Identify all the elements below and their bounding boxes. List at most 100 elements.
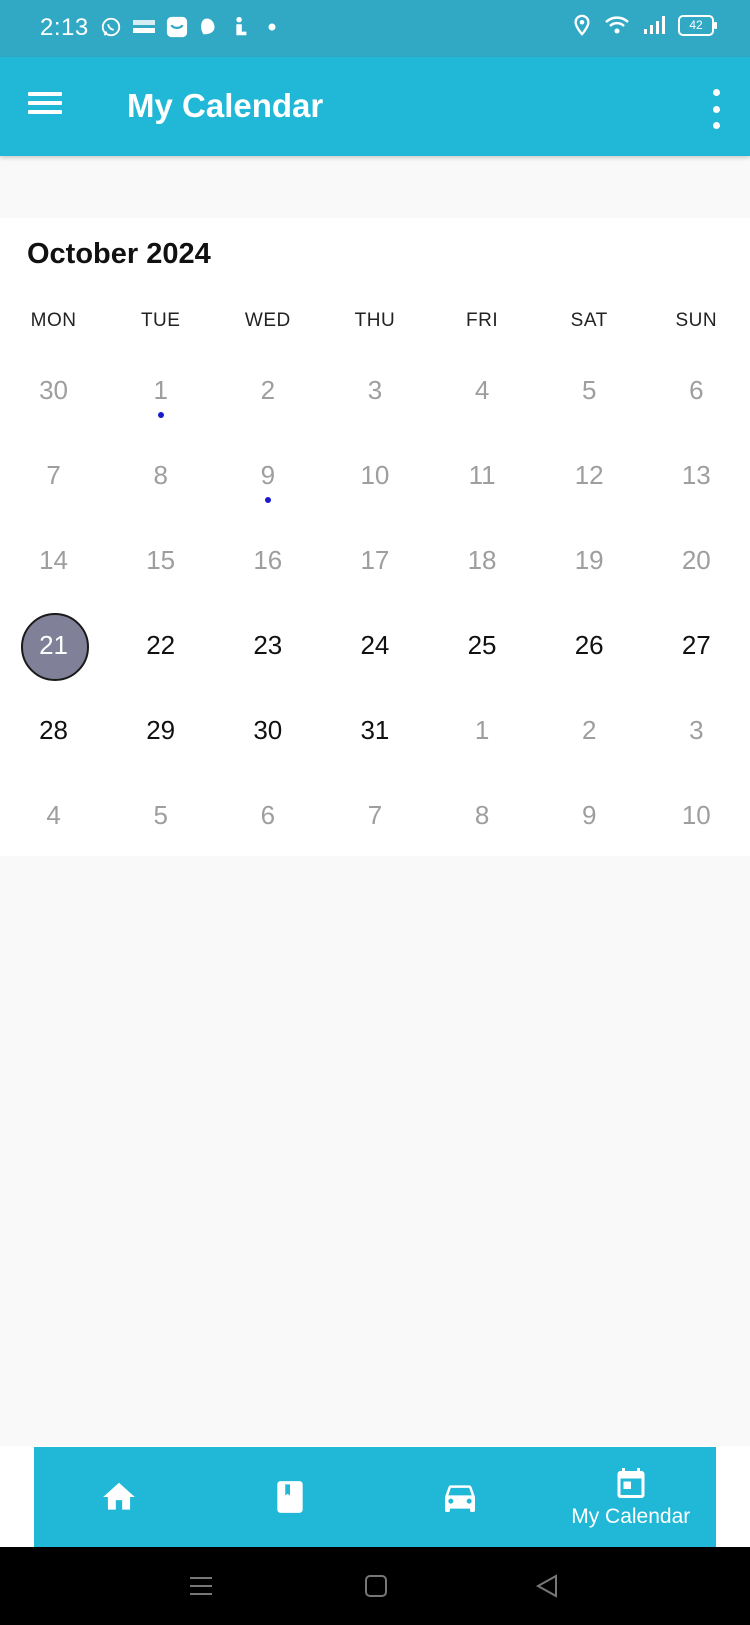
day-number: 3 — [367, 375, 383, 405]
calendar-day-selected[interactable]: 21 — [0, 603, 107, 688]
wifi-icon — [605, 16, 629, 34]
calendar-day[interactable]: 16 — [214, 518, 321, 603]
calendar-day[interactable]: 29 — [107, 688, 214, 773]
day-number: 16 — [253, 545, 283, 575]
calendar-day[interactable]: 8 — [429, 773, 536, 858]
day-number: 20 — [681, 545, 711, 575]
calendar-week-row: 21 22 23 24 25 26 27 — [0, 603, 750, 688]
calendar-day[interactable]: 6 — [643, 348, 750, 433]
calendar-day[interactable]: 17 — [321, 518, 428, 603]
snapchat-icon — [201, 18, 215, 35]
day-number: 18 — [467, 545, 497, 575]
calendar-day[interactable]: 15 — [107, 518, 214, 603]
weekday-label: THU — [354, 310, 396, 331]
system-status-icons: 42 — [572, 14, 717, 36]
day-number: 10 — [681, 800, 711, 830]
calendar-day[interactable]: 23 — [214, 603, 321, 688]
recent-apps-icon[interactable] — [188, 1573, 214, 1599]
weekday-label: WED — [244, 310, 291, 331]
day-number: 29 — [146, 715, 176, 745]
calendar-grid: 30 1 2 3 4 5 6 7 8 9 10 11 12 13 14 15 16 17 18 19 20 21 22 23 2… — [0, 348, 750, 858]
day-number: 4 — [46, 800, 61, 830]
day-number: 6 — [260, 800, 276, 830]
calendar-day[interactable]: 18 — [429, 518, 536, 603]
calendar-day[interactable]: 1 — [107, 348, 214, 433]
calendar-day[interactable]: 3 — [643, 688, 750, 773]
event-dot-icon — [264, 497, 271, 503]
calendar-day[interactable]: 5 — [107, 773, 214, 858]
nav-vehicle[interactable] — [375, 1447, 546, 1547]
calendar-day[interactable]: 4 — [0, 773, 107, 858]
app-bar: My Calendar — [0, 57, 750, 156]
page-title: My Calendar — [127, 87, 324, 124]
day-number: 5 — [153, 800, 168, 830]
calendar-day[interactable]: 14 — [0, 518, 107, 603]
hamburger-menu-icon[interactable] — [28, 87, 70, 129]
calendar-day[interactable]: 25 — [429, 603, 536, 688]
nav-home[interactable] — [34, 1447, 205, 1547]
calendar-day[interactable]: 10 — [321, 433, 428, 518]
day-number: 21 — [39, 630, 69, 660]
calendar-day[interactable]: 4 — [429, 348, 536, 433]
calendar-week-row: 7 8 9 10 11 12 13 — [0, 433, 750, 518]
calendar-day[interactable]: 27 — [643, 603, 750, 688]
calendar-day[interactable]: 19 — [536, 518, 643, 603]
day-number: 12 — [574, 460, 604, 490]
calendar-day[interactable]: 9 — [214, 433, 321, 518]
calendar-day[interactable]: 10 — [643, 773, 750, 858]
home-square-icon[interactable] — [363, 1573, 389, 1599]
calendar-day[interactable]: 28 — [0, 688, 107, 773]
home-icon — [103, 1482, 136, 1510]
calendar-day[interactable]: 13 — [643, 433, 750, 518]
day-number: 2 — [260, 375, 276, 405]
calendar-card: October 2024 MON TUE WED THU FRI SAT SUN… — [0, 218, 750, 856]
calendar-day[interactable]: 6 — [214, 773, 321, 858]
calendar-day[interactable]: 11 — [429, 433, 536, 518]
more-vert-icon[interactable] — [708, 89, 724, 129]
calendar-day[interactable]: 3 — [321, 348, 428, 433]
day-number: 1 — [474, 715, 490, 745]
calendar-day[interactable]: 22 — [107, 603, 214, 688]
system-navigation-bar — [0, 1547, 750, 1625]
calendar-day[interactable]: 5 — [536, 348, 643, 433]
calendar-day[interactable]: 12 — [536, 433, 643, 518]
weekday-label: SAT — [570, 310, 608, 331]
back-triangle-icon[interactable] — [534, 1573, 560, 1599]
day-number: 7 — [46, 460, 61, 490]
accessibility-icon — [236, 16, 247, 36]
nav-bookmarks[interactable] — [205, 1447, 376, 1547]
nav-my-calendar[interactable]: My Calendar — [546, 1447, 717, 1547]
calendar-day[interactable]: 9 — [536, 773, 643, 858]
calendar-day[interactable]: 7 — [0, 433, 107, 518]
calendar-day[interactable]: 1 — [429, 688, 536, 773]
day-number: 28 — [39, 715, 69, 745]
event-dot-icon — [157, 412, 164, 418]
day-number: 9 — [581, 800, 597, 830]
weekday-label: SUN — [675, 310, 718, 331]
location-icon — [574, 14, 590, 36]
calendar-day[interactable]: 2 — [536, 688, 643, 773]
calendar-day[interactable]: 8 — [107, 433, 214, 518]
day-number: 3 — [689, 715, 704, 745]
temu-icon — [133, 20, 155, 33]
bottom-nav: My Calendar — [34, 1447, 716, 1547]
day-number: 5 — [581, 375, 597, 405]
day-number: 8 — [153, 460, 168, 490]
day-number: 19 — [574, 545, 604, 575]
calendar-day[interactable]: 2 — [214, 348, 321, 433]
calendar-day[interactable]: 20 — [643, 518, 750, 603]
weekday-label: MON — [30, 310, 77, 331]
calendar-day[interactable]: 31 — [321, 688, 428, 773]
calendar-day[interactable]: 7 — [321, 773, 428, 858]
status-bar: 2:13 42 — [0, 0, 750, 57]
calendar-week-row: 28 29 30 31 1 2 3 — [0, 688, 750, 773]
calendar-day[interactable]: 30 — [0, 348, 107, 433]
day-number: 4 — [474, 375, 490, 405]
status-time: 2:13 — [40, 14, 89, 41]
calendar-day[interactable]: 26 — [536, 603, 643, 688]
notification-icons — [100, 16, 280, 38]
calendar-day[interactable]: 24 — [321, 603, 428, 688]
signal-icon — [644, 16, 665, 34]
month-label: October 2024 — [27, 238, 211, 270]
calendar-day[interactable]: 30 — [214, 688, 321, 773]
